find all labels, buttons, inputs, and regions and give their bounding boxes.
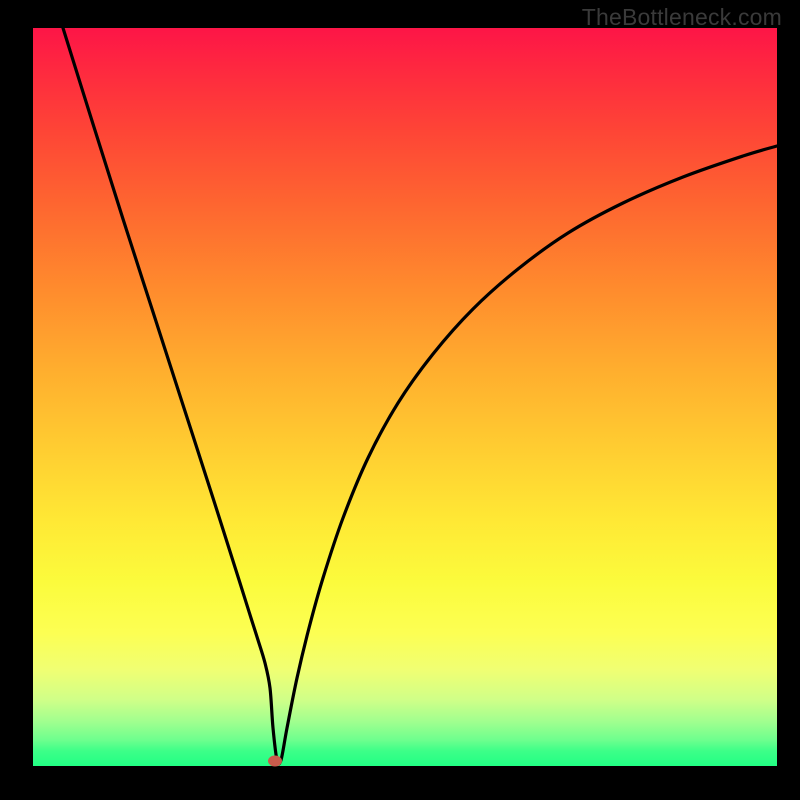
- watermark-text: TheBottleneck.com: [582, 4, 782, 31]
- plot-area: [33, 28, 777, 766]
- minimum-marker-dot: [268, 756, 282, 767]
- line-curve: [63, 28, 777, 764]
- chart-container: TheBottleneck.com: [0, 0, 800, 800]
- curve-svg: [33, 28, 777, 766]
